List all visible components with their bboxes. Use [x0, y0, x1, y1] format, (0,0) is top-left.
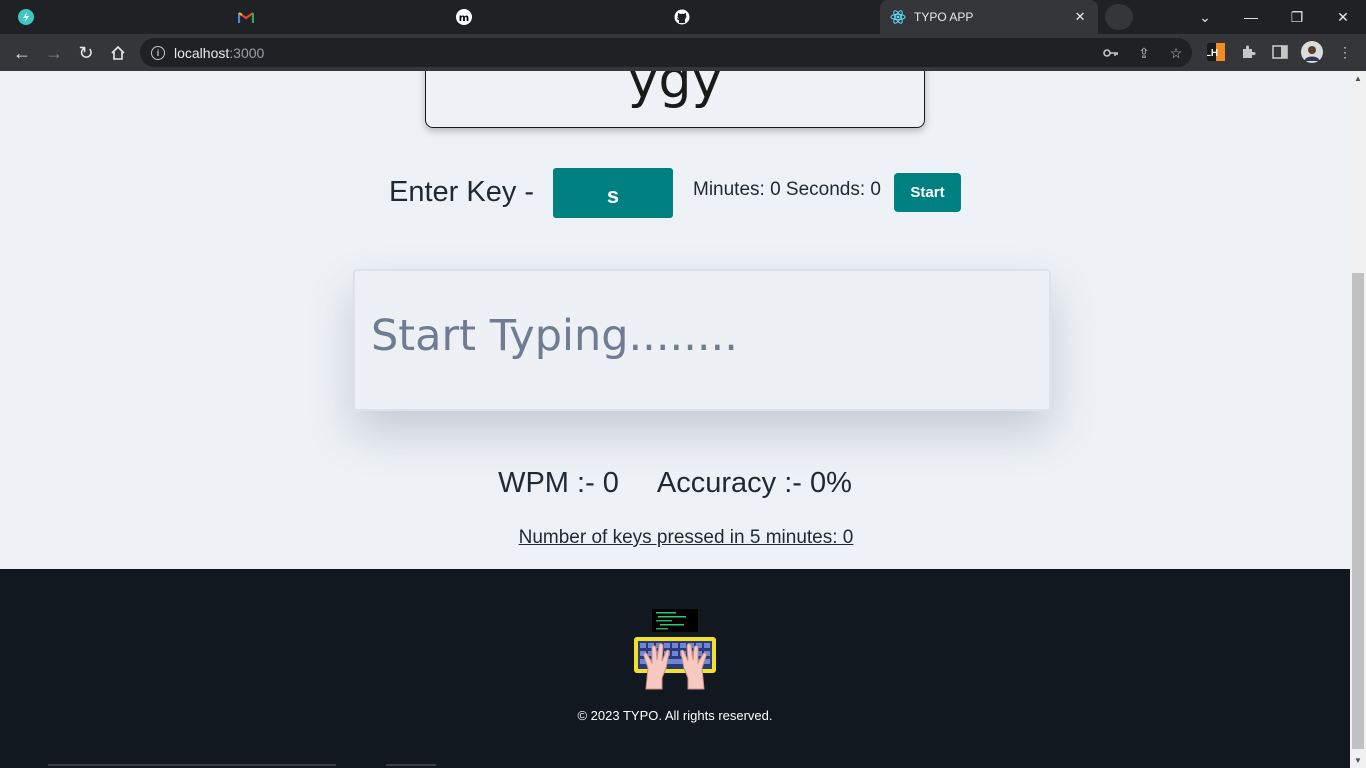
scroll-up-arrow-icon[interactable]: ▲ [1354, 74, 1362, 83]
enter-key-label: Enter Key - [389, 176, 535, 208]
page-scrollbar[interactable]: ▲ ▼ [1350, 71, 1366, 768]
keys-pressed-text: Number of keys pressed in 5 minutes: 0 [518, 527, 854, 548]
bolt-icon [18, 9, 34, 25]
copyright-text: © 2023 TYPO. All rights reserved. [577, 708, 773, 723]
tab-github[interactable] [674, 0, 690, 34]
bottom-divider [48, 764, 336, 766]
lighthouse-ext-icon[interactable]: LH [1207, 43, 1225, 61]
minimize-icon[interactable]: — [1228, 0, 1274, 34]
target-word: ygy [627, 71, 723, 110]
keys-pressed-counter: Number of keys pressed in 5 minutes: 0 [0, 527, 1350, 549]
new-tab-button[interactable] [1105, 4, 1133, 30]
tab-bolt[interactable] [18, 0, 34, 34]
stats-row: WPM :- 0 Accuracy :- 0% [0, 467, 1350, 500]
back-arrow-icon[interactable]: ← [9, 40, 35, 66]
puzzle-icon[interactable] [1239, 43, 1257, 61]
share-icon[interactable]: ⇪ [1135, 44, 1153, 62]
tab-strip: m TYPO APP ✕ ⌄ — ❐ ✕ [0, 0, 1366, 34]
svg-text:LH: LH [1207, 48, 1218, 59]
side-panel-icon[interactable] [1271, 43, 1289, 61]
word-display-card: ygy [425, 71, 925, 128]
close-window-icon[interactable]: ✕ [1320, 0, 1366, 34]
tab-medium[interactable]: m [456, 0, 472, 34]
home-icon[interactable] [105, 40, 131, 66]
start-button[interactable]: Start [894, 173, 961, 212]
accuracy-stat: Accuracy :- 0% [656, 467, 852, 499]
info-icon[interactable]: i [151, 45, 165, 60]
chevron-down-icon[interactable]: ⌄ [1182, 0, 1228, 34]
medium-icon: m [456, 9, 472, 25]
gmail-icon [238, 9, 254, 25]
github-icon [674, 9, 690, 25]
restore-icon[interactable]: ❐ [1274, 0, 1320, 34]
tab-title: TYPO APP [914, 10, 974, 24]
typing-hands-logo [632, 608, 718, 690]
tab-typo-app[interactable]: TYPO APP ✕ [880, 0, 1098, 34]
avatar[interactable] [1301, 41, 1323, 63]
wpm-stat: WPM :- 0 [498, 467, 619, 499]
star-icon[interactable]: ☆ [1167, 44, 1185, 62]
typing-area[interactable] [353, 269, 1051, 411]
url-text: localhost:3000 [174, 44, 265, 61]
svg-text:m: m [459, 13, 469, 24]
scroll-down-arrow-icon[interactable]: ▼ [1354, 756, 1362, 765]
scrollbar-thumb[interactable] [1352, 273, 1364, 749]
typing-input[interactable] [371, 311, 1031, 361]
timer-text: Minutes: 0 Seconds: 0 [693, 179, 881, 200]
reload-icon[interactable]: ↻ [73, 40, 99, 66]
browser-toolbar: ← → ↻ i localhost:3000 ⇪ ☆ LH ⋮ [0, 34, 1366, 71]
current-key-display: s [553, 168, 673, 218]
close-tab-icon[interactable]: ✕ [1072, 9, 1088, 25]
forward-arrow-icon[interactable]: → [41, 40, 67, 66]
key-icon[interactable] [1102, 44, 1120, 62]
tab-gmail[interactable] [238, 0, 254, 34]
page-content: ygy Enter Key - s Minutes: 0 Seconds: 0 … [0, 71, 1350, 768]
more-menu-icon[interactable]: ⋮ [1336, 43, 1354, 61]
address-bar[interactable]: i localhost:3000 ⇪ ☆ [140, 38, 1192, 67]
bottom-divider-short [386, 764, 436, 766]
footer: © 2023 TYPO. All rights reserved. [0, 569, 1350, 768]
react-icon [890, 9, 906, 25]
